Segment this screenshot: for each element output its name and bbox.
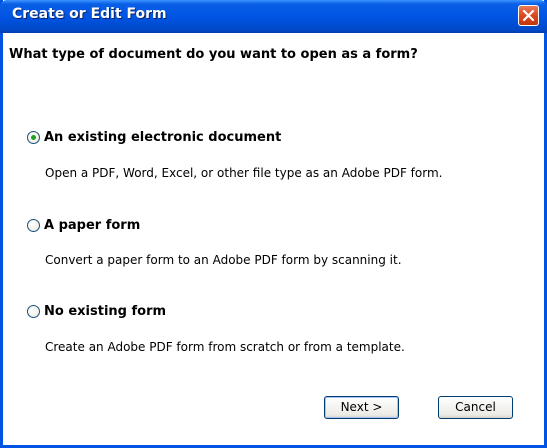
option-description: Convert a paper form to an Adobe PDF for… [45, 253, 402, 267]
option-description: Create an Adobe PDF form from scratch or… [45, 340, 405, 354]
radio-paper-form[interactable] [27, 219, 40, 232]
option-description: Open a PDF, Word, Excel, or other file t… [45, 166, 443, 180]
option-existing-electronic-document[interactable]: An existing electronic document [27, 128, 497, 148]
question-heading: What type of document do you want to ope… [9, 47, 418, 62]
window-title: Create or Edit Form [12, 6, 167, 22]
radio-no-existing-form[interactable] [27, 305, 40, 318]
option-label[interactable]: No existing form [44, 302, 166, 322]
cancel-button[interactable]: Cancel [438, 396, 513, 419]
radio-existing-electronic-document[interactable] [27, 131, 40, 144]
close-button[interactable] [518, 5, 539, 26]
option-no-existing-form[interactable]: No existing form [27, 302, 497, 322]
option-label[interactable]: An existing electronic document [44, 128, 281, 148]
radio-selected-dot [31, 135, 36, 140]
next-button[interactable]: Next > [324, 396, 399, 419]
title-bar[interactable]: Create or Edit Form [0, 0, 547, 33]
option-label[interactable]: A paper form [44, 216, 140, 236]
close-icon [522, 9, 535, 22]
option-paper-form[interactable]: A paper form [27, 216, 497, 236]
